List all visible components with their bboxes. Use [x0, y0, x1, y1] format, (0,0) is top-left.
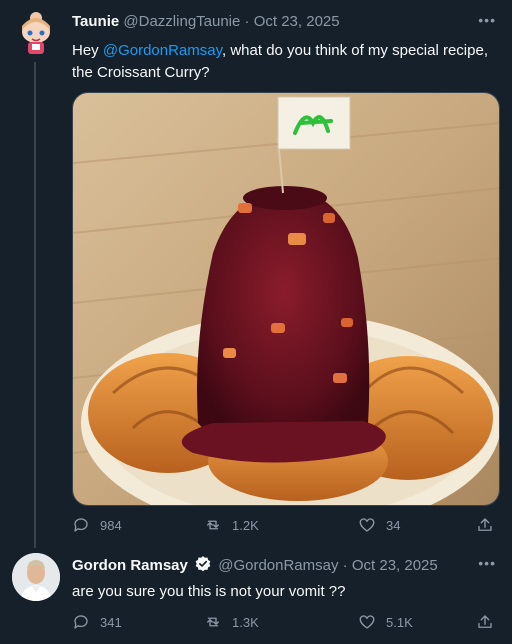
- verified-badge-icon: [195, 556, 211, 572]
- tweet-text: Hey @GordonRamsay, what do you think of …: [72, 40, 500, 84]
- heart-icon: [359, 518, 375, 532]
- separator: ·: [342, 557, 348, 574]
- avatar-gordon-ramsay[interactable]: [12, 553, 60, 601]
- tweet-text-part: Hey: [72, 42, 103, 59]
- reply-count: 341: [100, 614, 122, 630]
- reply-icon: [74, 615, 88, 629]
- more-options-icon[interactable]: •••: [478, 555, 496, 571]
- reply-button[interactable]: 984: [72, 516, 122, 534]
- user-handle[interactable]: @DazzlingTaunie: [123, 13, 240, 30]
- tweet-header: Gordon Ramsay @GordonRamsay · Oct 23, 20…: [72, 555, 438, 576]
- croissant-curry-image: [73, 93, 499, 505]
- tweet-actions: 341 1.3K 5.1K: [72, 613, 500, 633]
- avatar-portrait-icon: [12, 553, 60, 601]
- display-name[interactable]: Gordon Ramsay: [72, 557, 188, 574]
- share-button[interactable]: [476, 516, 494, 534]
- more-options-icon[interactable]: •••: [478, 12, 496, 28]
- tweet-image[interactable]: [72, 92, 500, 506]
- display-name[interactable]: Taunie: [72, 13, 119, 30]
- mention-link[interactable]: @GordonRamsay: [103, 42, 222, 59]
- share-icon: [478, 518, 492, 531]
- retweet-icon: [207, 520, 219, 530]
- thread-line: [34, 62, 36, 548]
- retweet-button[interactable]: 1.3K: [204, 613, 259, 631]
- tweet-text: are you sure you this is not your vomit …: [72, 583, 346, 600]
- reply-button[interactable]: 341: [72, 613, 122, 631]
- reply-count: 984: [100, 517, 122, 533]
- like-count: 5.1K: [386, 614, 413, 630]
- tweet-date[interactable]: Oct 23, 2025: [254, 13, 340, 30]
- share-button[interactable]: [476, 613, 494, 631]
- tweet-gordon-ramsay[interactable]: Gordon Ramsay @GordonRamsay · Oct 23, 20…: [0, 540, 512, 644]
- tweet-actions: 984 1.2K 34: [72, 516, 500, 536]
- retweet-icon: [207, 617, 219, 627]
- like-button[interactable]: 34: [358, 516, 400, 534]
- avatar-taunie[interactable]: [12, 10, 60, 58]
- tweet-header: Taunie @DazzlingTaunie · Oct 23, 2025: [72, 12, 340, 32]
- user-handle[interactable]: @GordonRamsay: [218, 557, 338, 574]
- separator: ·: [244, 13, 250, 30]
- reply-icon: [74, 518, 88, 532]
- tweet-taunie[interactable]: Taunie @DazzlingTaunie · Oct 23, 2025 ••…: [0, 0, 512, 548]
- like-count: 34: [386, 517, 401, 533]
- retweet-count: 1.3K: [232, 614, 259, 630]
- tweet-date[interactable]: Oct 23, 2025: [352, 557, 438, 574]
- heart-icon: [359, 615, 375, 629]
- avatar-chibi-icon: [12, 10, 60, 58]
- like-button[interactable]: 5.1K: [358, 613, 413, 631]
- share-icon: [478, 615, 492, 628]
- retweet-count: 1.2K: [232, 517, 259, 533]
- retweet-button[interactable]: 1.2K: [204, 516, 259, 534]
